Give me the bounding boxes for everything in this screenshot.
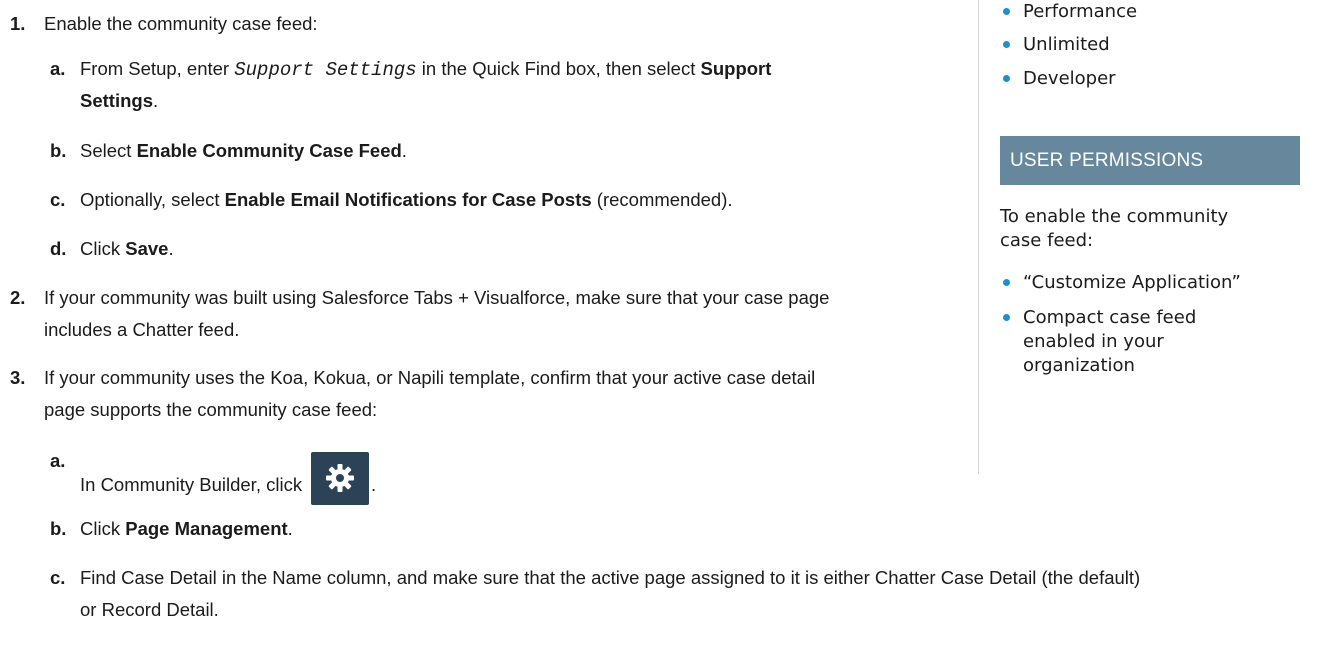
- substep-text: in the Quick Find box, then select: [416, 58, 701, 79]
- substep-3c-cont: or Record Detail.: [80, 599, 219, 620]
- step-text: If your community uses the Koa, Kokua, o…: [44, 367, 816, 388]
- substep-1a-cont: Settings.: [80, 89, 158, 113]
- step-2-cont: includes a Chatter feed.: [44, 319, 240, 340]
- permission-item: organization: [1023, 355, 1135, 376]
- substep-text: Optionally, select: [80, 189, 225, 210]
- edition-item: Performance: [1023, 1, 1138, 22]
- edition-item: Unlimited: [1023, 34, 1110, 55]
- help-article: 1. Enable the community case feed: a. Fr…: [0, 0, 1318, 646]
- gear-icon: [326, 464, 354, 492]
- bullet-icon: [1003, 75, 1010, 82]
- punct: .: [401, 140, 407, 161]
- bullet-icon: [1003, 314, 1010, 321]
- substep-text: In Community Builder, click: [80, 474, 303, 495]
- substep-text: From Setup, enter: [80, 58, 235, 79]
- step-number: 1.: [10, 13, 26, 34]
- bullet-icon: [1003, 8, 1010, 15]
- ui-label: Page Management: [125, 518, 288, 539]
- punct: .: [168, 238, 174, 259]
- step-number: 2.: [10, 287, 26, 308]
- step-text: Enable the community case feed:: [44, 13, 318, 34]
- sidebar-divider: [978, 0, 979, 474]
- step-text: If your community was built using Salesf…: [44, 287, 830, 308]
- substep-letter: b.: [50, 518, 67, 539]
- substep-letter: c.: [50, 189, 66, 210]
- substep-text: Click: [80, 518, 126, 539]
- user-permissions-header: USER PERMISSIONS: [1000, 136, 1300, 185]
- step-number: 3.: [10, 367, 26, 388]
- permissions-intro: case feed:: [1000, 230, 1094, 251]
- ui-label: Save: [125, 238, 169, 259]
- substep-text: (recommended).: [591, 189, 733, 210]
- ui-label: Enable Community Case Feed: [136, 140, 402, 161]
- permission-item: enabled in your: [1023, 331, 1164, 352]
- edition-item: Developer: [1023, 68, 1116, 89]
- substep-letter: c.: [50, 567, 66, 588]
- substep-letter: a.: [50, 450, 66, 471]
- ui-label: Settings: [80, 90, 153, 111]
- permission-item: “Customize Application”: [1023, 272, 1241, 293]
- punct: .: [152, 90, 159, 111]
- bullet-icon: [1003, 41, 1010, 48]
- substep-3a: In Community Builder, click: [80, 473, 302, 497]
- punct: .: [287, 518, 293, 539]
- permission-item: Compact case feed: [1023, 307, 1197, 328]
- code-text: Support Settings: [234, 59, 417, 81]
- substep-text: Click: [80, 238, 126, 259]
- permissions-intro: To enable the community: [1000, 206, 1229, 227]
- substep-text: Select: [80, 140, 137, 161]
- ui-label: Support: [700, 58, 772, 79]
- substep-letter: a.: [50, 58, 66, 79]
- bullet-icon: [1003, 279, 1010, 286]
- substep-letter: b.: [50, 140, 67, 161]
- setup-gear-button[interactable]: [311, 452, 369, 505]
- ui-label: Enable Email Notifications for Case Post…: [224, 189, 592, 210]
- substep-text: Find Case Detail in the Name column, and…: [80, 567, 1141, 588]
- substep-letter: d.: [50, 238, 67, 259]
- punct: .: [371, 474, 377, 495]
- step-3-cont: page supports the community case feed:: [44, 399, 378, 420]
